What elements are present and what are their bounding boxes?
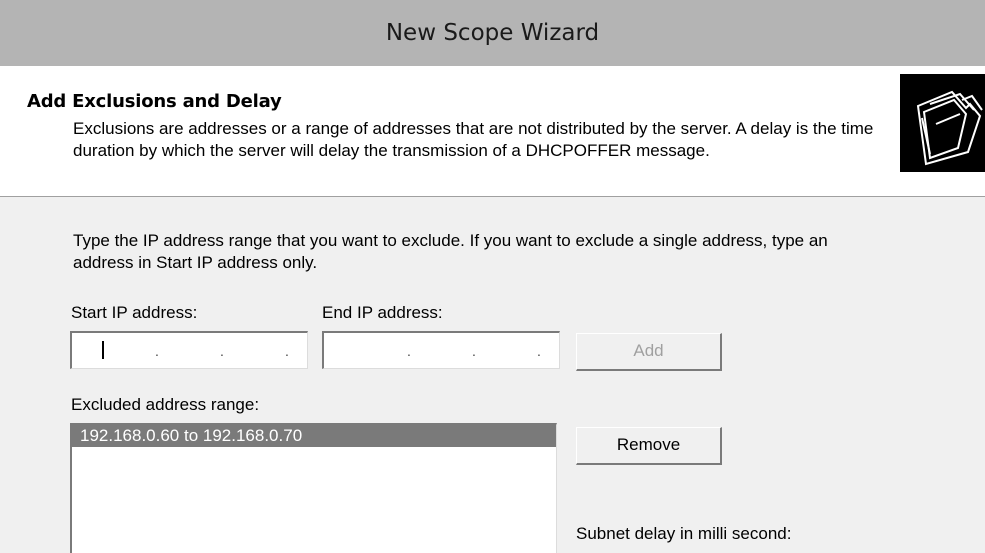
window-title: New Scope Wizard: [0, 0, 985, 66]
excluded-range-list[interactable]: 192.168.0.60 to 192.168.0.70: [70, 423, 557, 553]
end-ip-label: End IP address:: [322, 303, 443, 322]
add-button[interactable]: Add: [576, 333, 722, 371]
instructions-text: Type the IP address range that you want …: [73, 231, 828, 272]
page-description: Exclusions are addresses or a range of a…: [73, 119, 874, 160]
end-ip-input[interactable]: ...: [322, 331, 560, 369]
page-title: Add Exclusions and Delay: [27, 91, 282, 112]
excluded-range-label: Excluded address range:: [71, 395, 260, 414]
start-ip-input[interactable]: ...: [70, 331, 308, 369]
remove-button[interactable]: Remove: [576, 427, 722, 465]
wizard-body: Type the IP address range that you want …: [0, 197, 985, 553]
list-item[interactable]: 192.168.0.60 to 192.168.0.70: [72, 425, 556, 447]
folders-icon: [900, 74, 985, 172]
start-ip-label: Start IP address:: [71, 303, 198, 322]
subnet-delay-label: Subnet delay in milli second:: [576, 524, 792, 543]
wizard-header: Add Exclusions and Delay Exclusions are …: [0, 66, 985, 197]
